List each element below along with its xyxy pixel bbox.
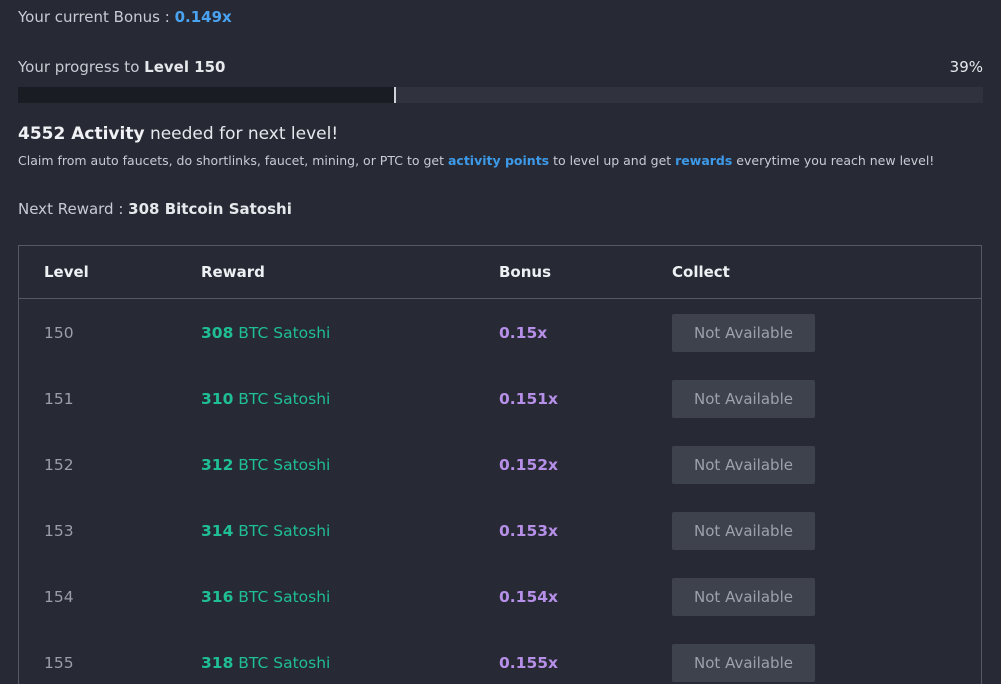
row-level: 153 bbox=[44, 522, 74, 540]
activity-description: Claim from auto faucets, do shortlinks, … bbox=[18, 153, 934, 168]
progress-bar-fill bbox=[18, 87, 396, 103]
collect-button[interactable]: Not Available bbox=[672, 314, 815, 352]
activity-amount: 4552 Activity bbox=[18, 124, 145, 144]
activity-desc-part2: to level up and get bbox=[549, 153, 676, 168]
row-reward-amount: 312 bbox=[201, 456, 234, 474]
progress-label-prefix: Your progress to bbox=[18, 58, 145, 76]
row-reward-amount: 308 bbox=[201, 324, 234, 342]
activity-desc-part3: everytime you reach new level! bbox=[732, 153, 935, 168]
row-level: 152 bbox=[44, 456, 74, 474]
row-reward: 314 BTC Satoshi bbox=[201, 522, 330, 540]
activity-suffix: needed for next level! bbox=[144, 124, 339, 144]
next-reward-value: 308 Bitcoin Satoshi bbox=[128, 200, 292, 218]
row-bonus: 0.155x bbox=[499, 654, 559, 672]
current-bonus-label: Your current Bonus : bbox=[18, 8, 175, 26]
collect-button[interactable]: Not Available bbox=[672, 446, 815, 484]
rewards-link[interactable]: rewards bbox=[675, 153, 732, 168]
row-reward: 318 BTC Satoshi bbox=[201, 654, 330, 672]
activity-needed: 4552 Activity needed for next level! bbox=[18, 124, 338, 144]
row-reward-unit: BTC Satoshi bbox=[233, 390, 331, 408]
row-bonus: 0.152x bbox=[499, 456, 559, 474]
level-page: Your current Bonus : 0.149x Your progres… bbox=[0, 0, 1001, 684]
next-reward-label: Next Reward : bbox=[18, 200, 129, 218]
row-level: 155 bbox=[44, 654, 74, 672]
table-row: 155 318 BTC Satoshi 0.155x Not Available bbox=[19, 630, 981, 684]
table-row: 153 314 BTC Satoshi 0.153x Not Available bbox=[19, 498, 981, 564]
current-bonus-value: 0.149x bbox=[174, 8, 232, 26]
table-row: 150 308 BTC Satoshi 0.15x Not Available bbox=[19, 300, 981, 366]
rewards-table: Level Reward Bonus Collect 150 308 BTC S… bbox=[18, 245, 982, 684]
row-reward-unit: BTC Satoshi bbox=[233, 588, 331, 606]
progress-percent: 39% bbox=[949, 58, 983, 76]
progress-target-level: Level 150 bbox=[144, 58, 226, 76]
table-row: 154 316 BTC Satoshi 0.154x Not Available bbox=[19, 564, 981, 630]
table-row: 152 312 BTC Satoshi 0.152x Not Available bbox=[19, 432, 981, 498]
row-reward: 310 BTC Satoshi bbox=[201, 390, 330, 408]
row-level: 154 bbox=[44, 588, 74, 606]
row-reward-unit: BTC Satoshi bbox=[233, 522, 331, 540]
activity-points-link[interactable]: activity points bbox=[448, 153, 549, 168]
progress-bar bbox=[18, 87, 983, 103]
progress-label: Your progress to Level 150 bbox=[18, 58, 226, 76]
table-row: 151 310 BTC Satoshi 0.151x Not Available bbox=[19, 366, 981, 432]
row-bonus: 0.154x bbox=[499, 588, 559, 606]
header-level: Level bbox=[44, 263, 89, 281]
row-reward-unit: BTC Satoshi bbox=[233, 324, 331, 342]
activity-desc-part1: Claim from auto faucets, do shortlinks, … bbox=[18, 153, 448, 168]
collect-button[interactable]: Not Available bbox=[672, 380, 815, 418]
collect-button[interactable]: Not Available bbox=[672, 578, 815, 616]
row-bonus: 0.153x bbox=[499, 522, 559, 540]
row-level: 151 bbox=[44, 390, 74, 408]
row-reward-unit: BTC Satoshi bbox=[233, 654, 331, 672]
row-reward-amount: 310 bbox=[201, 390, 234, 408]
row-bonus: 0.151x bbox=[499, 390, 559, 408]
row-reward: 308 BTC Satoshi bbox=[201, 324, 330, 342]
row-bonus: 0.15x bbox=[499, 324, 548, 342]
row-reward-amount: 318 bbox=[201, 654, 234, 672]
header-reward: Reward bbox=[201, 263, 265, 281]
current-bonus: Your current Bonus : 0.149x bbox=[18, 8, 232, 26]
collect-button[interactable]: Not Available bbox=[672, 512, 815, 550]
table-header: Level Reward Bonus Collect bbox=[19, 246, 981, 299]
next-reward: Next Reward : 308 Bitcoin Satoshi bbox=[18, 200, 292, 218]
row-reward: 316 BTC Satoshi bbox=[201, 588, 330, 606]
row-reward: 312 BTC Satoshi bbox=[201, 456, 330, 474]
row-reward-amount: 314 bbox=[201, 522, 234, 540]
header-bonus: Bonus bbox=[499, 263, 552, 281]
row-level: 150 bbox=[44, 324, 74, 342]
row-reward-unit: BTC Satoshi bbox=[233, 456, 331, 474]
header-collect: Collect bbox=[672, 263, 730, 281]
row-reward-amount: 316 bbox=[201, 588, 234, 606]
collect-button[interactable]: Not Available bbox=[672, 644, 815, 682]
